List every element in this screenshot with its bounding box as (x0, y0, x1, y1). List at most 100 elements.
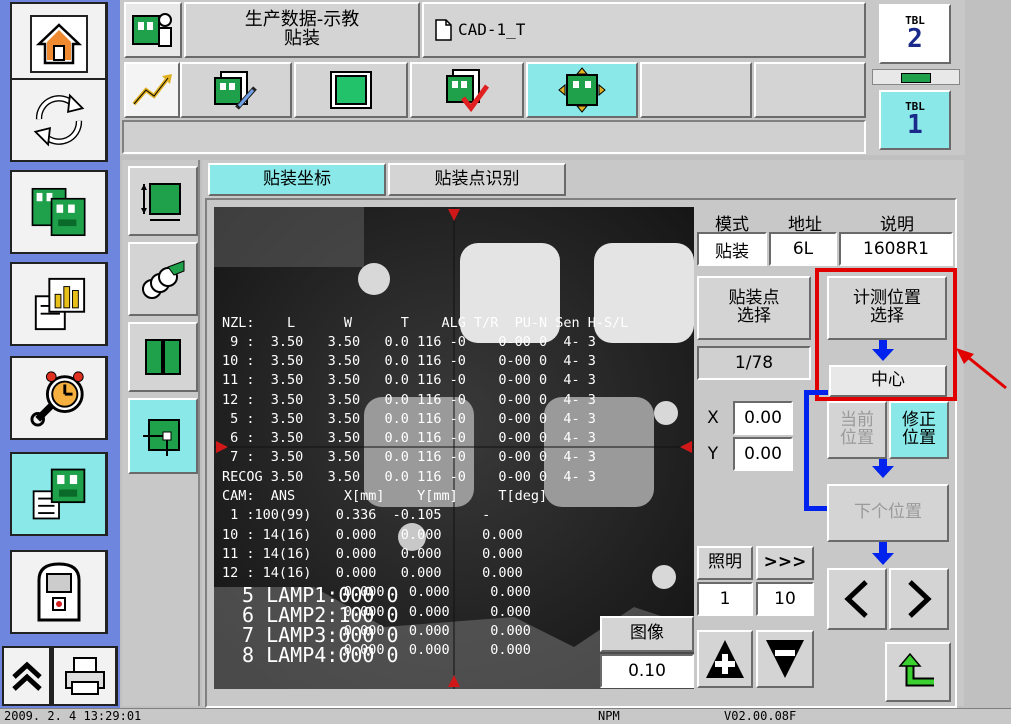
flow-line-vertical (804, 390, 809, 511)
correct-position-label: 修正 位置 (902, 410, 936, 448)
refresh-icon (30, 91, 88, 149)
mount-point-button[interactable] (128, 398, 198, 474)
home-button[interactable] (10, 2, 108, 86)
plus-icon (706, 640, 744, 678)
reel-feeder-icon (142, 260, 185, 299)
current-position-button[interactable]: 当前 位置 (827, 401, 887, 459)
correct-position-button[interactable]: 修正 位置 (889, 401, 949, 459)
nzl-row: 12 : 3.50 3.50 0.0 116 -0 0-00 0 4- 3 (222, 392, 596, 408)
board-edit-icon (214, 71, 257, 110)
data-icon-button[interactable] (124, 2, 182, 58)
green-board-icon (330, 71, 372, 109)
circuit-boards-icon (30, 183, 88, 241)
next-button[interactable] (889, 568, 949, 630)
info-mode-text: 贴装 (715, 241, 749, 262)
decrease-button[interactable] (756, 630, 814, 688)
next-position-button[interactable]: 下个位置 (827, 484, 949, 542)
board-target-icon (558, 67, 606, 113)
lighting-value-2: 10 (756, 582, 814, 616)
edit-board-button[interactable] (180, 62, 292, 118)
x-value: 0.00 (744, 408, 782, 428)
tab-mount-coords-label: 贴装坐标 (263, 168, 331, 189)
lamp-row: 6 LAMP2:100 0 (242, 603, 399, 627)
cam-row: 1 :100(99) 0.336 -0.105 - (222, 507, 491, 523)
teaching-button[interactable] (10, 452, 108, 536)
next-position-label: 下个位置 (854, 502, 922, 523)
current-position-label: 当前 位置 (840, 410, 874, 448)
chevron-right-icon (908, 580, 932, 618)
info-mode-value: 贴装 (697, 232, 767, 266)
flow-line-bottom (804, 506, 828, 511)
y-value: 0.00 (744, 444, 782, 464)
production-data-button[interactable] (10, 170, 108, 254)
board-button[interactable] (294, 62, 408, 118)
lamp-row: 5 LAMP1:000 0 (242, 583, 399, 607)
scroll-up-button[interactable] (2, 646, 52, 706)
file-name: CAD-1_T (458, 19, 526, 39)
nzl-row: 5 : 3.50 3.50 0.0 116 -0 0-00 0 4- 3 (222, 411, 596, 427)
trend-arrow-icon (132, 74, 172, 106)
image-button[interactable]: 图像 (600, 616, 694, 652)
minus-icon (766, 640, 804, 678)
tab-mount-recognition[interactable]: 贴装点识别 (388, 163, 566, 196)
highlight-box (815, 268, 957, 401)
cam-row: 12 : 14(16) 0.000 0.000 0.000 (222, 565, 523, 581)
feeder-button[interactable] (128, 242, 198, 316)
lighting-skip-button[interactable]: >>> (756, 546, 814, 580)
split-board-icon (145, 339, 181, 375)
point-counter-text: 1/78 (734, 353, 774, 373)
alarm-clock-wrench-icon (29, 369, 88, 427)
component-dimension-icon (141, 183, 181, 221)
previous-button[interactable] (827, 568, 887, 630)
trend-button[interactable] (124, 62, 180, 118)
tbl2-value: 2 (907, 24, 923, 55)
lamp-row: 7 LAMP3:000 0 (242, 623, 399, 647)
info-address-text: 6L (792, 239, 814, 259)
status-version: V02.00.08F (724, 709, 797, 723)
screen-title: 生产数据-示教 贴装 (184, 2, 420, 58)
tbl2-button[interactable]: TBL 2 (879, 4, 951, 64)
board-person-icon (132, 13, 172, 47)
tbl1-value: 1 (907, 110, 923, 141)
lamp-row: 8 LAMP4:000 0 (242, 643, 399, 667)
lighting-skip-label: >>> (763, 552, 807, 573)
nzl-row: 10 : 3.50 3.50 0.0 116 -0 0-00 0 4- 3 (222, 353, 596, 369)
double-chevron-up-icon (11, 661, 42, 691)
increase-button[interactable] (697, 630, 753, 688)
lighting-value-1-text: 1 (719, 589, 731, 609)
title-line2: 贴装 (284, 28, 320, 49)
cam-header: CAM: ANS X[mm] Y[mm] T[deg] (222, 488, 548, 504)
status-datetime: 2009. 2. 4 13:29:01 (4, 709, 142, 723)
info-address-value: 6L (769, 232, 837, 266)
file-icon (435, 19, 452, 41)
tbl1-button[interactable]: TBL 1 (879, 90, 951, 150)
statistics-button[interactable] (10, 262, 108, 346)
nzl-row: 7 : 3.50 3.50 0.0 116 -0 0-00 0 4- 3 (222, 449, 596, 465)
print-button[interactable] (52, 646, 118, 706)
maintenance-button[interactable] (10, 356, 108, 440)
machine-button[interactable] (10, 550, 108, 634)
image-value: 0.10 (600, 654, 694, 688)
message-bar (122, 120, 866, 154)
printer-icon (64, 657, 105, 695)
status-bar (0, 708, 1011, 724)
nzl-row: 6 : 3.50 3.50 0.0 116 -0 0-00 0 4- 3 (222, 430, 596, 446)
toolbar-empty-1 (640, 62, 752, 118)
back-button[interactable] (885, 642, 951, 702)
flow-arrow-icon-2 (872, 466, 894, 478)
machine-icon (30, 562, 88, 622)
tab-mount-coords[interactable]: 贴装坐标 (208, 163, 386, 196)
component-size-button[interactable] (128, 166, 198, 236)
toolbar-empty-2 (754, 62, 866, 118)
check-board-button[interactable] (410, 62, 524, 118)
mount-point-select-button[interactable]: 贴装点 选择 (697, 276, 811, 340)
cam-row: 10 : 14(16) 0.000 0.000 0.000 (222, 527, 523, 543)
tbl-divider (872, 69, 960, 85)
lighting-button[interactable]: 照明 (697, 546, 753, 580)
return-arrow-icon (898, 652, 934, 687)
mount-point-select-label: 贴装点 选择 (728, 288, 780, 326)
mount-teach-button[interactable] (526, 62, 638, 118)
board-split-button[interactable] (128, 322, 198, 392)
nzl-row: 9 : 3.50 3.50 0.0 116 -0 0-00 0 4- 3 (222, 334, 596, 350)
changeover-button[interactable] (10, 78, 108, 162)
